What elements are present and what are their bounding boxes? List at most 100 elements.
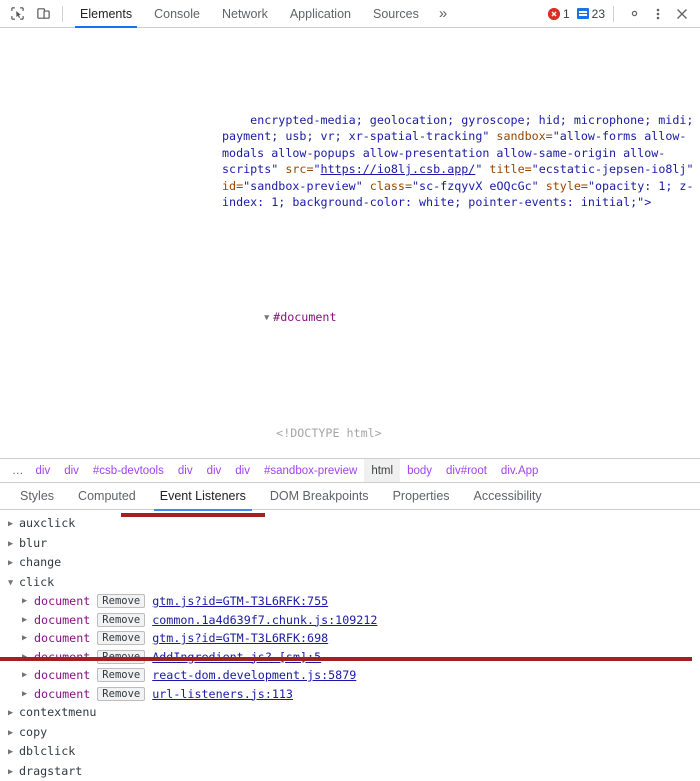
src-attr-link[interactable]: https://io8lj.csb.app/ — [321, 162, 476, 176]
breadcrumb-item-div-app[interactable]: div.App — [494, 459, 546, 483]
breadcrumb-item-div-4[interactable]: div — [200, 459, 229, 483]
kebab-menu-icon[interactable] — [646, 2, 670, 26]
breadcrumb-item-div-2[interactable]: div — [57, 459, 86, 483]
expand-caret-icon[interactable] — [264, 310, 273, 326]
expand-caret-icon[interactable] — [22, 666, 31, 685]
breadcrumb-item-div-1[interactable]: div — [29, 459, 58, 483]
tab-dom-breakpoints[interactable]: DOM Breakpoints — [258, 482, 381, 510]
document-node-label: #document — [273, 310, 336, 324]
remove-listener-button[interactable]: Remove — [97, 687, 145, 701]
listener-source-link[interactable]: gtm.js?id=GTM-T3L6RFK:698 — [152, 629, 328, 648]
toolbar-right-cluster: 1 23 — [548, 0, 696, 28]
listener-entry[interactable]: document Remove gtm.js?id=GTM-T3L6RFK:75… — [0, 592, 700, 611]
close-icon[interactable] — [670, 2, 694, 26]
listener-group-contextmenu[interactable]: contextmenu — [0, 703, 700, 723]
expand-caret-icon[interactable] — [8, 704, 17, 723]
breadcrumb-overflow[interactable]: … — [8, 459, 29, 483]
listener-source-link[interactable]: url-listeners.js:113 — [152, 685, 293, 704]
devtools-toolbar: Elements Console Network Application Sou… — [0, 0, 700, 28]
tab-sources[interactable]: Sources — [362, 0, 430, 28]
expand-caret-icon[interactable] — [8, 535, 17, 554]
tab-application[interactable]: Application — [279, 0, 362, 28]
listener-entry[interactable]: document Remove gtm.js?id=GTM-T3L6RFK:69… — [0, 629, 700, 648]
breadcrumb-item-sandbox-preview[interactable]: #sandbox-preview — [257, 459, 364, 483]
more-tabs-label: » — [439, 5, 447, 22]
listener-node: document — [34, 611, 90, 630]
listener-group-click[interactable]: click — [0, 573, 700, 593]
style-attr-name: style= — [539, 179, 588, 193]
tab-computed[interactable]: Computed — [66, 482, 148, 510]
listener-node: document — [34, 685, 90, 704]
tab-application-label: Application — [290, 7, 351, 21]
listener-group-label: change — [19, 555, 61, 569]
sandbox-attr-name: sandbox= — [489, 129, 552, 143]
listener-group-copy[interactable]: copy — [0, 723, 700, 743]
breadcrumb-item-div-root[interactable]: div#root — [439, 459, 494, 483]
listener-group-change[interactable]: change — [0, 553, 700, 573]
expand-caret-icon[interactable] — [22, 611, 31, 630]
tab-console[interactable]: Console — [143, 0, 211, 28]
dom-row-doctype[interactable]: <!DOCTYPE html> — [0, 408, 700, 457]
tab-elements[interactable]: Elements — [69, 0, 143, 28]
listener-entry[interactable]: document Remove url-listeners.js:113 — [0, 685, 700, 704]
remove-listener-button[interactable]: Remove — [97, 594, 145, 608]
expand-caret-icon[interactable] — [8, 724, 17, 743]
title-attr-name: title= — [482, 162, 531, 176]
iframe-attributes-block[interactable]: encrypted-media; geolocation; gyroscope;… — [0, 96, 700, 227]
toolbar-divider — [62, 6, 63, 22]
listener-group-label: copy — [19, 725, 47, 739]
expand-caret-icon[interactable] — [8, 743, 17, 762]
listener-group-label: dragstart — [19, 764, 82, 778]
listener-group-dblclick[interactable]: dblclick — [0, 742, 700, 762]
expand-caret-icon[interactable] — [22, 685, 31, 704]
expand-caret-icon[interactable] — [8, 554, 17, 573]
remove-listener-button[interactable]: Remove — [97, 668, 145, 682]
dom-tree[interactable]: encrypted-media; geolocation; gyroscope;… — [0, 28, 700, 458]
listener-group-label: auxclick — [19, 516, 75, 530]
message-icon — [577, 8, 589, 19]
more-tabs-button[interactable]: » — [430, 0, 456, 28]
breadcrumb-item-csb-devtools[interactable]: #csb-devtools — [86, 459, 171, 483]
listener-entry[interactable]: document Remove common.1a4d639f7.chunk.j… — [0, 611, 700, 630]
tab-styles[interactable]: Styles — [8, 482, 66, 510]
event-listeners-list: auxclick blur change click document Remo… — [0, 510, 700, 781]
gear-icon[interactable] — [622, 2, 646, 26]
expand-caret-icon[interactable] — [22, 629, 31, 648]
dom-row-document[interactable]: #document — [0, 293, 700, 343]
breadcrumb-item-body[interactable]: body — [400, 459, 439, 483]
tab-properties[interactable]: Properties — [381, 482, 462, 510]
listener-source-link[interactable]: react-dom.development.js:5879 — [152, 666, 356, 685]
expand-caret-icon[interactable] — [8, 515, 17, 534]
tab-styles-label: Styles — [20, 489, 54, 503]
class-attr-value: "sc-fzqyvX eOQcGc" — [412, 179, 539, 193]
remove-listener-button[interactable]: Remove — [97, 631, 145, 645]
listener-group-auxclick[interactable]: auxclick — [0, 514, 700, 534]
breadcrumb-item-div-3[interactable]: div — [171, 459, 200, 483]
listener-group-dragstart[interactable]: dragstart — [0, 762, 700, 781]
breadcrumb-item-html[interactable]: html — [364, 459, 400, 483]
listener-source-link[interactable]: common.1a4d639f7.chunk.js:109212 — [152, 611, 377, 630]
breadcrumb-item-div-5[interactable]: div — [228, 459, 257, 483]
error-count: 1 — [563, 7, 570, 21]
listener-node: document — [34, 592, 90, 611]
inspect-element-icon[interactable] — [4, 3, 30, 25]
listener-group-label: contextmenu — [19, 705, 96, 719]
listener-group-blur[interactable]: blur — [0, 534, 700, 554]
tab-event-listeners[interactable]: Event Listeners — [148, 482, 258, 510]
doctype-label: <!DOCTYPE html> — [276, 426, 382, 440]
panel-tabs: Elements Console Network Application Sou… — [69, 0, 456, 28]
message-count-badge[interactable]: 23 — [577, 7, 605, 21]
expand-caret-icon[interactable] — [22, 592, 31, 611]
tab-network[interactable]: Network — [211, 0, 279, 28]
collapse-caret-icon[interactable] — [8, 574, 17, 593]
expand-caret-icon[interactable] — [8, 763, 17, 781]
remove-listener-button[interactable]: Remove — [97, 613, 145, 627]
listener-node: document — [34, 629, 90, 648]
device-toolbar-icon[interactable] — [30, 3, 56, 25]
listener-source-link[interactable]: gtm.js?id=GTM-T3L6RFK:755 — [152, 592, 328, 611]
tab-computed-label: Computed — [78, 489, 136, 503]
tab-accessibility[interactable]: Accessibility — [462, 482, 554, 510]
annotation-underline-addingredient-listener — [0, 657, 692, 661]
listener-entry[interactable]: document Remove react-dom.development.js… — [0, 666, 700, 685]
error-count-badge[interactable]: 1 — [548, 7, 570, 21]
